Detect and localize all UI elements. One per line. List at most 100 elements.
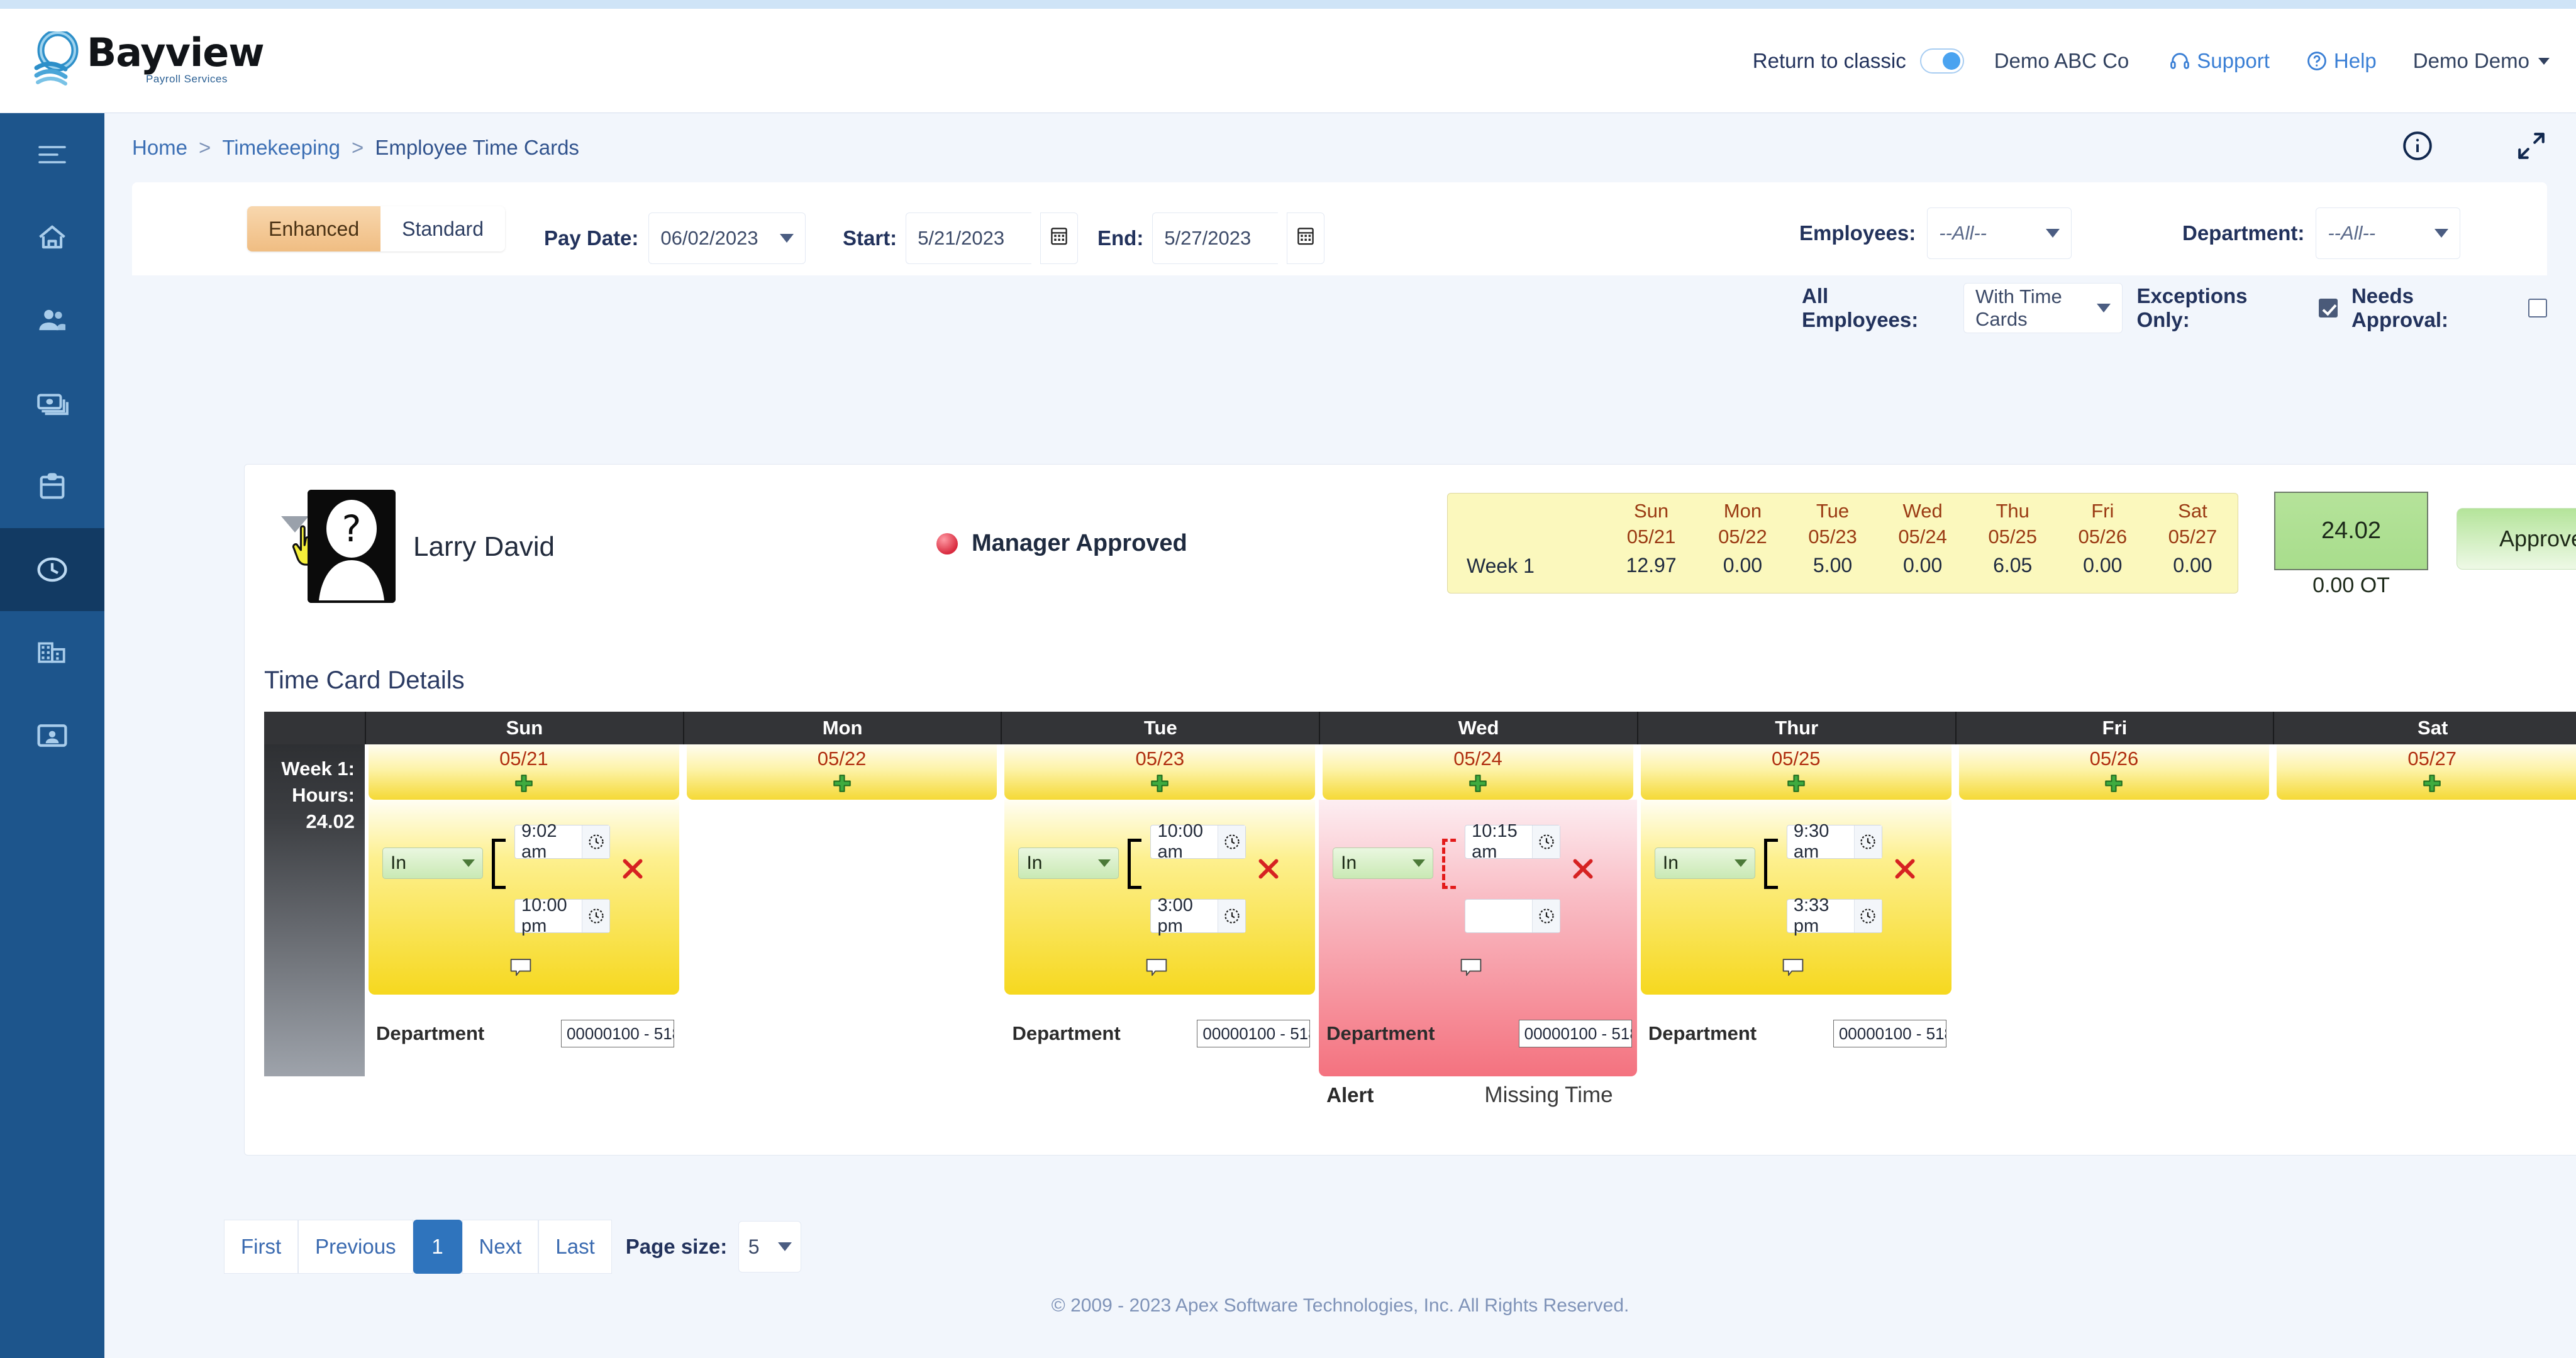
summary-hours: 12.97 xyxy=(1626,554,1677,577)
sidebar-item-payroll[interactable] xyxy=(0,362,104,445)
pagination-first[interactable]: First xyxy=(224,1220,299,1274)
note-bubble-icon[interactable] xyxy=(1782,957,1804,976)
time-in-field[interactable]: 9:30 am xyxy=(1786,821,1882,862)
clock-picker-icon[interactable] xyxy=(1853,825,1882,858)
approve-button[interactable]: Approve xyxy=(2457,508,2576,570)
punch-type-select[interactable]: In xyxy=(382,847,483,879)
sidebar-item-home[interactable] xyxy=(0,196,104,279)
punch-panel-sun: In 9:02 am 10:00 pm Department 00000100 … xyxy=(369,800,679,1047)
time-out-field[interactable]: 3:33 pm xyxy=(1786,895,1882,936)
sidebar-item-reports[interactable] xyxy=(0,445,104,528)
punch-type-select[interactable]: In xyxy=(1018,847,1119,879)
clock-picker-icon[interactable] xyxy=(1532,825,1560,858)
end-date-input[interactable]: 5/27/2023 xyxy=(1152,213,1279,264)
add-punch-icon[interactable] xyxy=(831,773,853,794)
time-in-value: 9:02 am xyxy=(521,821,557,862)
time-in-field[interactable]: 10:15 am xyxy=(1465,821,1561,862)
all-employees-select[interactable]: With Time Cards xyxy=(1963,283,2123,333)
clock-picker-icon[interactable] xyxy=(1853,900,1882,932)
date-label: 05/25 xyxy=(1771,748,1821,770)
expand-fullscreen-icon[interactable] xyxy=(2516,130,2547,165)
delete-punch-icon[interactable] xyxy=(1256,856,1281,881)
department-select[interactable]: 00000100 - 5183 I xyxy=(1197,1020,1311,1047)
support-link[interactable]: Support xyxy=(2169,49,2270,73)
sidebar-item-employees[interactable] xyxy=(0,279,104,362)
breadcrumb-item-timekeeping[interactable]: Timekeeping xyxy=(222,136,340,160)
view-mode-standard[interactable]: Standard xyxy=(380,206,505,251)
breadcrumb-item-employee-time-cards[interactable]: Employee Time Cards xyxy=(375,136,579,160)
view-mode-enhanced[interactable]: Enhanced xyxy=(247,206,381,251)
delete-punch-icon[interactable] xyxy=(620,856,645,881)
needs-approval-checkbox[interactable] xyxy=(2528,299,2548,317)
department-row: Department 00000100 - 5183 I xyxy=(1012,1020,1311,1047)
note-bubble-icon[interactable] xyxy=(1145,957,1168,976)
page-size-select[interactable]: 5 xyxy=(738,1221,802,1272)
user-menu[interactable]: Demo Demo xyxy=(2413,49,2550,73)
add-punch-icon[interactable] xyxy=(1785,773,1807,794)
sidebar-item-menu-toggle[interactable] xyxy=(0,113,104,196)
start-date-label: Start: xyxy=(843,226,897,250)
breadcrumb-item-home[interactable]: Home xyxy=(132,136,187,160)
add-punch-icon[interactable] xyxy=(1149,773,1170,794)
add-punch-icon[interactable] xyxy=(513,773,535,794)
punch-type-select[interactable]: In xyxy=(1654,847,1755,879)
time-card-details-title: Time Card Details xyxy=(264,666,465,694)
time-out-field[interactable] xyxy=(1465,899,1561,933)
clock-picker-icon[interactable] xyxy=(582,825,609,858)
clipboard-icon xyxy=(36,470,69,503)
sidebar-item-hr[interactable] xyxy=(0,694,104,777)
clock-picker-icon[interactable] xyxy=(1532,900,1560,932)
add-punch-icon[interactable] xyxy=(2421,773,2443,794)
status-badge: Manager Approved xyxy=(972,530,1187,556)
pagination-next[interactable]: Next xyxy=(462,1220,539,1274)
sidebar-item-timekeeping[interactable] xyxy=(0,528,104,611)
time-in-field[interactable]: 9:02 am xyxy=(514,821,610,862)
pay-date-select[interactable]: 06/02/2023 xyxy=(648,213,806,264)
punch-type-select[interactable]: In xyxy=(1333,847,1434,879)
clock-picker-icon[interactable] xyxy=(582,900,609,932)
summary-hours: 6.05 xyxy=(1993,554,2033,577)
alert-row: Alert Missing Time xyxy=(1326,1083,1631,1108)
info-icon[interactable] xyxy=(2401,130,2434,165)
pagination-last[interactable]: Last xyxy=(538,1220,612,1274)
logo[interactable]: Bayview Payroll Services xyxy=(33,29,265,86)
punch-panel-thur: In 9:30 am 3:33 pm Department 00000100 -… xyxy=(1640,800,1951,1047)
start-date-input[interactable]: 5/21/2023 xyxy=(906,213,1032,264)
time-in-value: 9:30 am xyxy=(1793,821,1829,862)
start-date-calendar-button[interactable] xyxy=(1040,213,1079,264)
add-punch-icon[interactable] xyxy=(1467,773,1489,794)
note-bubble-icon[interactable] xyxy=(1460,957,1482,976)
help-link[interactable]: Help xyxy=(2306,49,2377,73)
time-out-field[interactable]: 10:00 pm xyxy=(514,895,610,936)
add-punch-icon[interactable] xyxy=(2103,773,2124,794)
return-to-classic-toggle[interactable] xyxy=(1919,48,1964,74)
filter-bar: Enhanced Standard Pay Date: 06/02/2023 S… xyxy=(132,182,2548,333)
exceptions-only-checkbox[interactable] xyxy=(2319,299,2338,317)
summary-date: 05/24 xyxy=(1898,526,1947,548)
end-date-calendar-button[interactable] xyxy=(1287,213,1325,264)
time-out-value: 3:33 pm xyxy=(1793,895,1829,936)
clock-picker-icon[interactable] xyxy=(1218,825,1246,858)
collapse-toggle-icon[interactable] xyxy=(281,516,309,533)
department-select[interactable]: 00000100 - 5183 I xyxy=(1518,1020,1632,1047)
department-select[interactable]: 00000100 - 5183 I xyxy=(1833,1020,1946,1047)
delete-punch-icon[interactable] xyxy=(1892,856,1918,881)
delete-punch-icon[interactable] xyxy=(1570,856,1596,881)
breadcrumb-separator: > xyxy=(352,136,364,159)
pagination-page-1[interactable]: 1 xyxy=(413,1220,462,1274)
sidebar-item-company[interactable] xyxy=(0,611,104,694)
note-bubble-icon[interactable] xyxy=(509,957,532,976)
alert-value: Missing Time xyxy=(1484,1083,1613,1107)
employees-select[interactable]: --All-- xyxy=(1927,207,2072,259)
department-select[interactable]: 00000100 - 5183 I xyxy=(560,1020,674,1047)
hours-value: 24.02 xyxy=(306,810,355,832)
summary-dow: Mon xyxy=(1723,500,1762,522)
pagination-previous[interactable]: Previous xyxy=(298,1220,413,1274)
punch-pair-bracket-alert xyxy=(1442,839,1457,889)
time-in-field[interactable]: 10:00 am xyxy=(1150,821,1246,862)
time-out-field[interactable]: 3:00 pm xyxy=(1150,895,1246,936)
clock-picker-icon[interactable] xyxy=(1218,900,1246,932)
department-select[interactable]: --All-- xyxy=(2316,207,2461,259)
toggle-knob xyxy=(1942,52,1960,70)
chevron-down-icon xyxy=(1734,859,1747,867)
